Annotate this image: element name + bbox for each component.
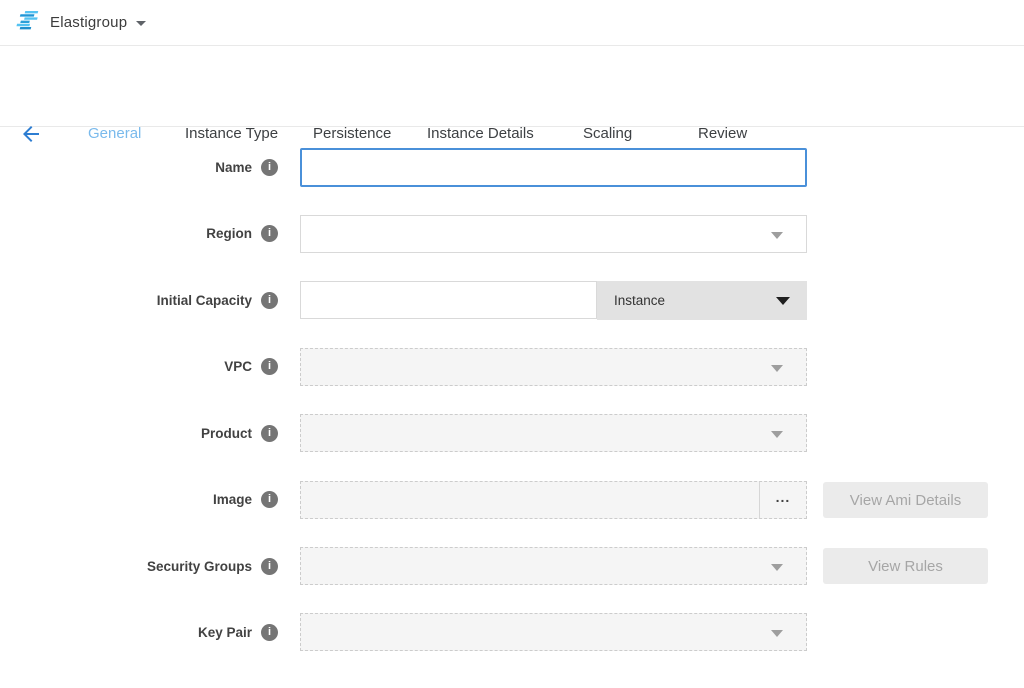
tab-general[interactable]: General (88, 125, 141, 142)
tab-instance-details[interactable]: Instance Details (427, 125, 534, 142)
info-icon[interactable]: i (261, 425, 278, 442)
tab-instance-type[interactable]: Instance Type (185, 125, 278, 142)
chevron-down-icon (771, 232, 783, 239)
view-rules-button[interactable]: View Rules (823, 548, 988, 584)
info-icon[interactable]: i (261, 159, 278, 176)
product-select (300, 414, 807, 452)
region-label: Region (0, 225, 252, 242)
key-pair-label: Key Pair (0, 624, 252, 641)
security-groups-label: Security Groups (0, 558, 252, 575)
chevron-down-icon (771, 431, 783, 438)
arrow-left-icon (19, 133, 43, 150)
top-bar: Elastigroup (0, 0, 1024, 46)
capacity-unit-select[interactable]: Instance (597, 281, 807, 320)
back-button[interactable] (19, 122, 43, 146)
chevron-down-icon (136, 21, 146, 26)
vpc-select (300, 348, 807, 386)
info-icon[interactable]: i (261, 358, 278, 375)
info-icon[interactable]: i (261, 292, 278, 309)
region-select[interactable] (300, 215, 807, 253)
info-icon[interactable]: i (261, 558, 278, 575)
image-label: Image (0, 491, 252, 508)
info-icon[interactable]: i (261, 491, 278, 508)
tab-review[interactable]: Review (698, 125, 747, 142)
info-icon[interactable]: i (261, 624, 278, 641)
capacity-unit-value: Instance (614, 293, 665, 308)
initial-capacity-label: Initial Capacity (0, 292, 252, 309)
elastigroup-create-page: Elastigroup General Instance Type Persis… (0, 0, 1024, 688)
vpc-label: VPC (0, 358, 252, 375)
info-icon[interactable]: i (261, 225, 278, 242)
initial-capacity-input[interactable] (300, 281, 597, 319)
wizard-tab-bar: General Instance Type Persistence Instan… (0, 46, 1024, 127)
product-switcher[interactable]: Elastigroup (14, 8, 146, 37)
name-label: Name (0, 159, 252, 176)
tab-persistence[interactable]: Persistence (313, 125, 391, 142)
image-input: ... (300, 481, 807, 519)
elastigroup-logo-icon (14, 8, 40, 37)
security-groups-select (300, 547, 807, 585)
product-label: Product (0, 425, 252, 442)
chevron-down-icon (771, 630, 783, 637)
key-pair-select (300, 613, 807, 651)
image-browse-button[interactable]: ... (759, 482, 806, 518)
chevron-down-icon (776, 297, 790, 305)
chevron-down-icon (771, 365, 783, 372)
view-ami-details-button[interactable]: View Ami Details (823, 482, 988, 518)
product-name: Elastigroup (50, 14, 127, 31)
chevron-down-icon (771, 564, 783, 571)
tab-scaling[interactable]: Scaling (583, 125, 632, 142)
name-input[interactable] (300, 148, 807, 187)
